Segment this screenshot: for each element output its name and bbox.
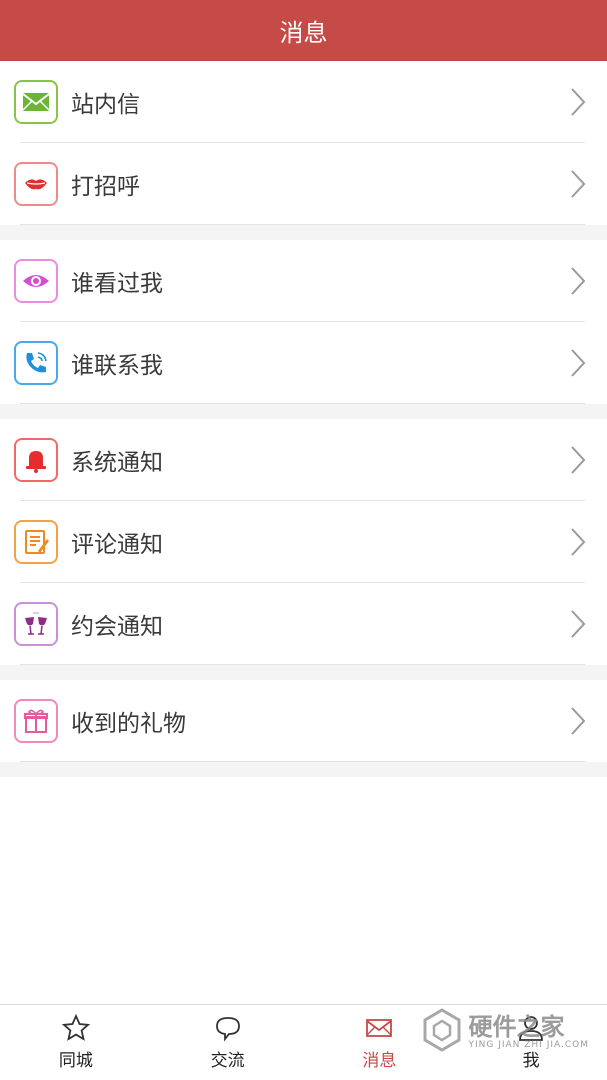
row-label: 打招呼	[71, 174, 140, 200]
row-comment-notice[interactable]: 评论通知	[0, 501, 607, 583]
top-header: 消息	[0, 0, 607, 61]
page-title: 消息	[279, 19, 328, 47]
row-received-gifts[interactable]: 收到的礼物	[0, 680, 607, 762]
note-icon	[14, 520, 58, 564]
chevron-right-icon	[569, 169, 587, 199]
tab-label: 交流	[210, 1051, 245, 1071]
watermark-main: 硬件之家	[468, 1013, 565, 1041]
chevron-right-icon	[569, 609, 587, 639]
message-list: 站内信 打招呼 谁看过我 谁联系我 系统通知 评论通知 约会通知 收到的礼物	[0, 61, 607, 777]
group-notifications: 系统通知 评论通知 约会通知	[0, 419, 607, 665]
row-label: 约会通知	[71, 614, 163, 640]
chevron-right-icon	[569, 445, 587, 475]
chat-bubble-icon	[213, 1014, 243, 1042]
phone-icon	[14, 341, 58, 385]
tab-label: 消息	[362, 1051, 397, 1071]
group-gifts: 收到的礼物	[0, 680, 607, 762]
row-system-notice[interactable]: 系统通知	[0, 419, 607, 501]
gift-icon	[14, 699, 58, 743]
row-label: 评论通知	[71, 532, 163, 558]
chevron-right-icon	[569, 87, 587, 117]
row-who-contacted-me[interactable]: 谁联系我	[0, 322, 607, 404]
hexagon-logo-icon	[422, 1008, 462, 1056]
watermark: 硬件之家 YING JIAN ZHI JIA.COM	[422, 1008, 589, 1056]
chevron-right-icon	[569, 706, 587, 736]
wine-glasses-icon	[14, 602, 58, 646]
section-gap	[0, 225, 607, 240]
row-label: 谁看过我	[71, 271, 163, 297]
envelope-icon	[364, 1014, 394, 1042]
star-icon	[61, 1014, 91, 1042]
row-label: 站内信	[71, 92, 140, 118]
chevron-right-icon	[569, 266, 587, 296]
bell-icon	[14, 438, 58, 482]
section-gap	[0, 665, 607, 680]
chevron-right-icon	[569, 348, 587, 378]
watermark-text: 硬件之家 YING JIAN ZHI JIA.COM	[468, 1014, 589, 1050]
mail-icon	[14, 80, 58, 124]
row-greeting[interactable]: 打招呼	[0, 143, 607, 225]
tab-label: 同城	[58, 1051, 93, 1071]
tab-chat[interactable]: 交流	[152, 1005, 304, 1080]
row-label: 收到的礼物	[71, 711, 186, 737]
section-gap	[0, 762, 607, 777]
row-who-viewed-me[interactable]: 谁看过我	[0, 240, 607, 322]
tab-local[interactable]: 同城	[0, 1005, 152, 1080]
row-site-mail[interactable]: 站内信	[0, 61, 607, 143]
row-label: 系统通知	[71, 450, 163, 476]
group-visitors: 谁看过我 谁联系我	[0, 240, 607, 404]
row-label: 谁联系我	[71, 353, 163, 379]
section-gap	[0, 404, 607, 419]
eye-icon	[14, 259, 58, 303]
watermark-sub: YING JIAN ZHI JIA.COM	[468, 1040, 589, 1050]
chevron-right-icon	[569, 527, 587, 557]
lips-icon	[14, 162, 58, 206]
row-date-notice[interactable]: 约会通知	[0, 583, 607, 665]
group-inbox: 站内信 打招呼	[0, 61, 607, 225]
